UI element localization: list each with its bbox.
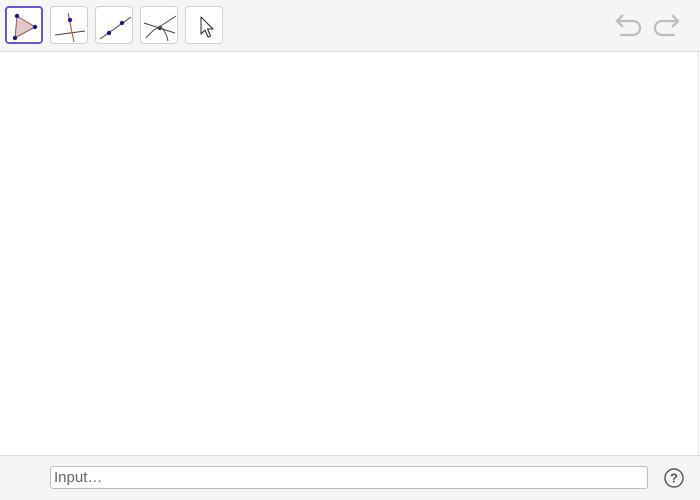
graphics-view[interactable] <box>0 52 699 455</box>
algebra-input-field[interactable] <box>50 466 648 489</box>
intersect-icon <box>143 15 177 42</box>
redo-icon <box>653 14 680 37</box>
toolbar <box>0 0 700 52</box>
undo-button[interactable] <box>614 12 644 45</box>
help-icon[interactable]: ? <box>663 467 685 489</box>
move-tool-button[interactable] <box>185 6 223 44</box>
perpendicular-line-tool-button[interactable] <box>50 6 88 44</box>
move-arrow-icon <box>200 16 214 38</box>
line-through-two-points-icon <box>99 16 132 40</box>
polygon-icon <box>12 13 38 41</box>
intersect-tool-button[interactable] <box>140 6 178 44</box>
input-bar: ? <box>0 455 700 500</box>
polygon-tool-button[interactable] <box>5 6 43 44</box>
undo-icon <box>615 14 642 37</box>
line-tool-button[interactable] <box>95 6 133 44</box>
perpendicular-line-icon <box>54 12 86 43</box>
redo-button[interactable] <box>651 12 681 45</box>
help-glyph: ? <box>670 471 678 486</box>
